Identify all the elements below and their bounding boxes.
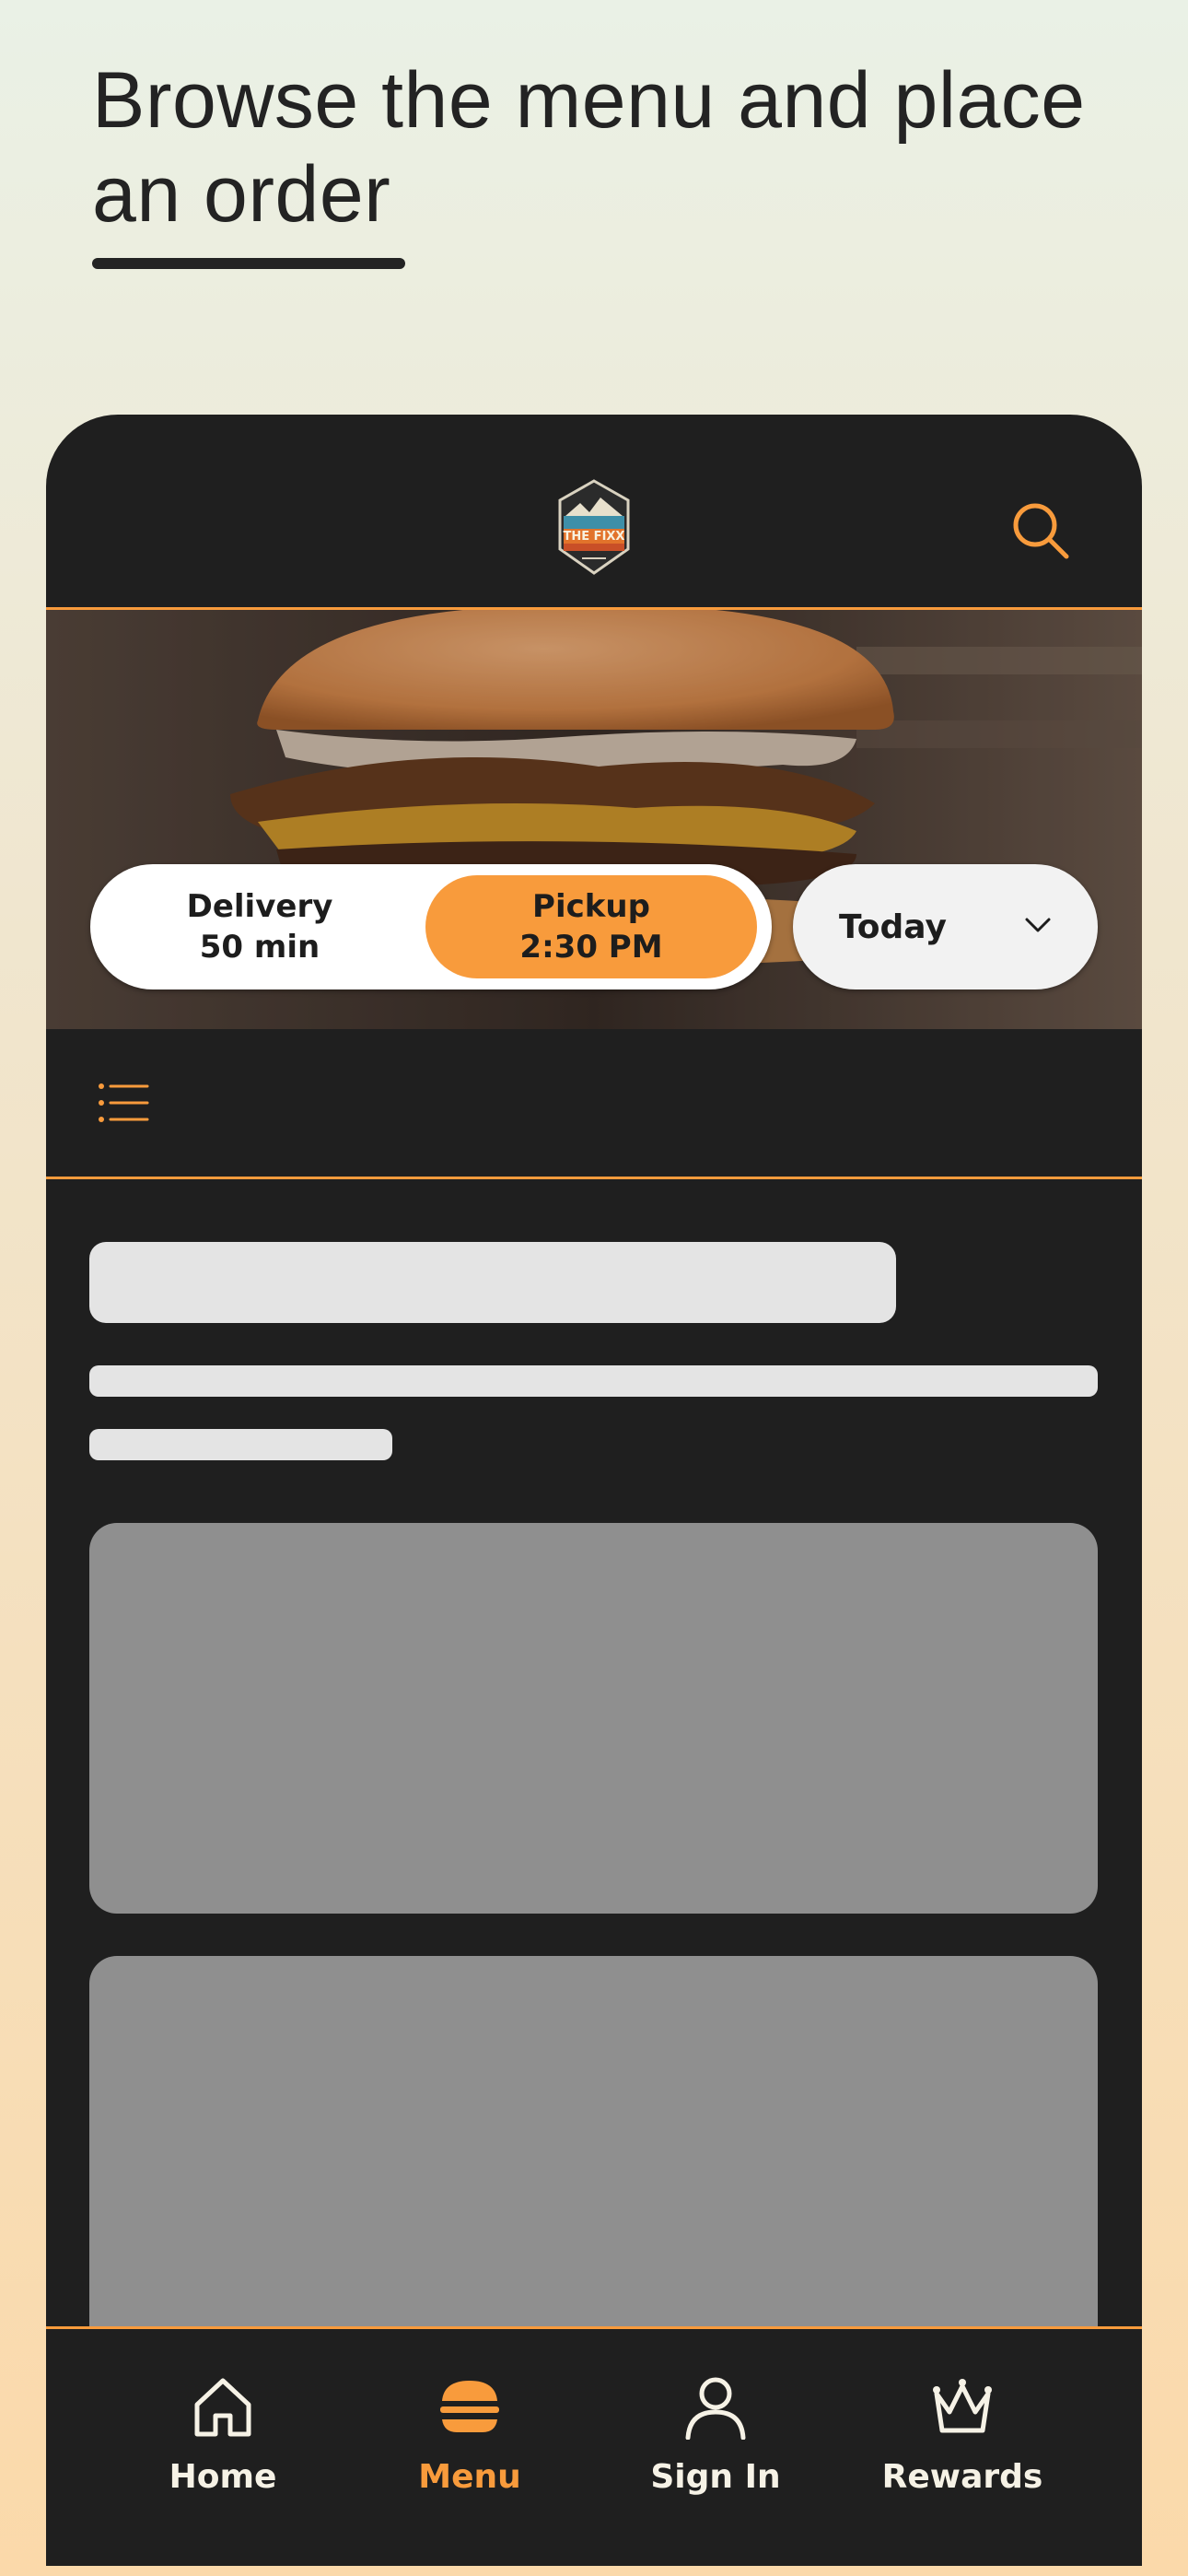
headline-underline <box>92 258 405 269</box>
skeleton-line <box>89 1365 1098 1397</box>
phone-frame: THE FIXX Delivery 50 min Pickup 2:30 PM … <box>46 415 1142 2566</box>
tab-rewards-label: Rewards <box>881 2458 1043 2496</box>
tab-sign-in-label: Sign In <box>650 2458 781 2496</box>
chevron-down-icon <box>1025 918 1051 932</box>
category-bar <box>46 1029 1142 1179</box>
hero-banner: Delivery 50 min Pickup 2:30 PM Today <box>46 610 1142 1029</box>
user-icon <box>685 2377 746 2440</box>
tab-sign-in[interactable]: Sign In <box>610 2373 821 2512</box>
skeleton-line-short <box>89 1429 392 1460</box>
app-header: THE FIXX <box>46 415 1142 610</box>
tab-rewards[interactable]: Rewards <box>856 2373 1068 2512</box>
logo-text: THE FIXX <box>564 530 625 544</box>
skeleton-title <box>89 1242 896 1323</box>
skeleton-card <box>89 1523 1098 1914</box>
list-icon[interactable] <box>98 1083 149 1123</box>
pickup-option[interactable]: Pickup 2:30 PM <box>425 875 757 978</box>
headline: Browse the menu and place an order <box>92 56 1086 239</box>
tab-menu-label: Menu <box>418 2458 521 2496</box>
crown-icon <box>933 2379 992 2433</box>
day-select-value: Today <box>839 907 947 946</box>
bottom-tab-bar: Home Menu Sign In Rewards <box>46 2326 1142 2566</box>
tab-home-label: Home <box>169 2458 277 2496</box>
brand-logo[interactable]: THE FIXX <box>554 477 634 579</box>
pickup-label: Pickup <box>532 888 650 925</box>
delivery-option[interactable]: Delivery 50 min <box>103 875 416 978</box>
order-mode-toggle: Delivery 50 min Pickup 2:30 PM <box>90 864 772 989</box>
skeleton-card <box>89 1956 1098 2380</box>
tab-menu[interactable]: Menu <box>364 2373 576 2512</box>
home-icon <box>194 2378 251 2437</box>
delivery-label: Delivery <box>186 888 333 925</box>
tab-home[interactable]: Home <box>117 2373 329 2512</box>
day-select[interactable]: Today <box>793 864 1098 989</box>
search-icon[interactable] <box>1009 499 1074 564</box>
pickup-time: 2:30 PM <box>519 929 663 966</box>
delivery-time: 50 min <box>199 929 320 966</box>
burger-icon <box>440 2381 499 2432</box>
